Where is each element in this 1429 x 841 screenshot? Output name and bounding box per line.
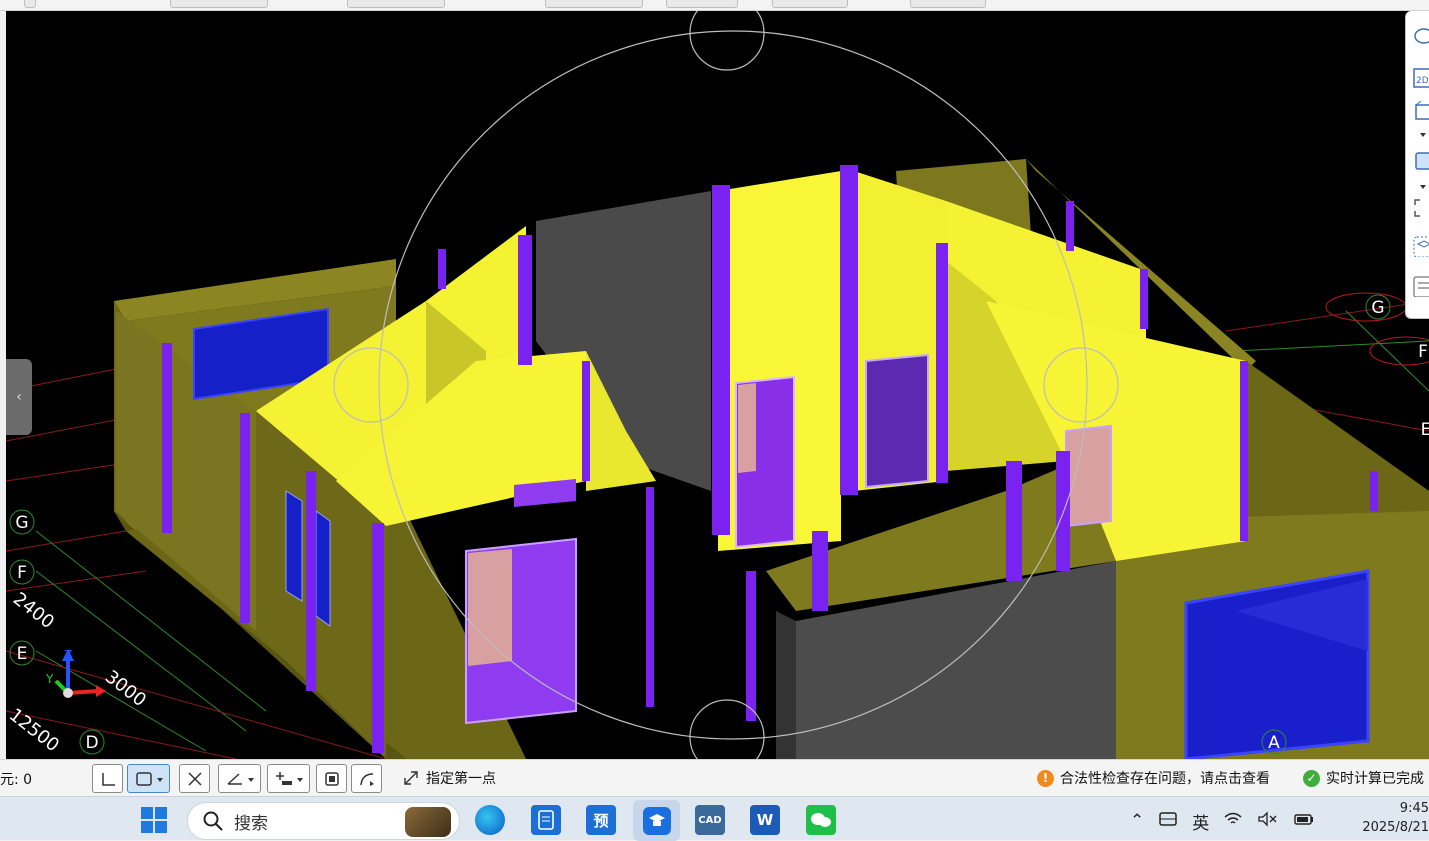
search-highlight-image — [405, 807, 451, 837]
select-frame-icon[interactable] — [1412, 197, 1429, 219]
model-scene[interactable]: G F E D G F E A 2400 3000 12500 Z Y — [6, 11, 1429, 759]
yu-app-label: 预 — [593, 811, 609, 830]
status-bar: 元: 0 指定第一点 ! 合法性检查存在问题，请点击查看 ✓ 实时计算已完成 — [0, 759, 1429, 796]
rect-snap-tool-button[interactable] — [127, 764, 170, 793]
prompt-text: 指定第一点 — [426, 771, 496, 787]
calc-status: ✓ 实时计算已完成 — [1303, 768, 1424, 788]
toolbar-box[interactable] — [347, 0, 445, 8]
layer-icon — [324, 771, 339, 786]
toolbar-box[interactable] — [910, 0, 986, 8]
clock-date: 2025/8/21 — [1362, 820, 1429, 835]
battery-icon[interactable] — [1293, 811, 1315, 832]
warning-text[interactable]: 合法性检查存在问题，请点击查看 — [1060, 768, 1270, 788]
cad-app-icon[interactable]: CAD — [695, 805, 725, 835]
volume-muted-icon[interactable] — [1257, 810, 1279, 832]
view-2d-label: 2D — [1416, 76, 1429, 86]
chat-bubble-icon — [811, 813, 831, 827]
warning-icon: ! — [1037, 769, 1054, 787]
toolbar-box[interactable] — [24, 0, 36, 8]
app-doc-icon[interactable] — [531, 805, 561, 835]
dropdown-icon[interactable] — [1412, 181, 1429, 193]
axis-label-left: G — [15, 513, 28, 533]
selection-count: 元: 0 — [0, 772, 33, 788]
list-icon[interactable] — [1412, 275, 1429, 298]
dropdown-icon[interactable] — [1412, 129, 1429, 141]
axis-label-left: E — [17, 644, 28, 664]
graduation-cap-icon — [648, 813, 665, 826]
gizmo-z-label: Z — [64, 648, 72, 662]
angle-tool-button[interactable] — [218, 764, 261, 793]
tencent-app-icon — [642, 806, 671, 835]
axis-label-right: E — [1421, 420, 1429, 440]
toolbar-box[interactable] — [545, 0, 643, 8]
system-tray: ⌃ 英 — [1130, 803, 1315, 839]
dimension-label: 2400 — [9, 588, 58, 633]
gizmo-y-label: Y — [45, 672, 54, 686]
input-language-indicator[interactable]: 英 — [1192, 809, 1209, 834]
chevron-left-icon: ‹ — [16, 389, 22, 405]
ortho-tool-button[interactable] — [92, 764, 123, 793]
curve-icon — [359, 772, 374, 786]
windows-logo-icon — [141, 807, 167, 833]
windows-taskbar: 搜索 预 CAD W ⌃ 英 9:45 2025/8/21 — [0, 796, 1429, 841]
start-button[interactable] — [139, 805, 169, 835]
cad-app-label: CAD — [698, 814, 722, 826]
tablet-mode-icon[interactable] — [1158, 810, 1178, 833]
chevron-up-icon[interactable]: ⌃ — [1130, 811, 1144, 831]
view-3d-icon[interactable] — [1412, 100, 1429, 123]
orbit-icon[interactable] — [1412, 25, 1429, 47]
layer-tool-button[interactable] — [316, 764, 347, 793]
box-view-icon[interactable] — [1412, 149, 1429, 171]
dimension-label: 12500 — [6, 704, 63, 756]
angle-icon — [226, 772, 254, 785]
edge-icon[interactable] — [475, 805, 505, 835]
offset-icon — [275, 771, 303, 785]
taskbar-clock[interactable]: 9:45 2025/8/21 — [1352, 799, 1429, 837]
cross-icon — [187, 771, 202, 786]
view-2d-icon[interactable]: 2D — [1412, 67, 1429, 89]
yu-app-icon[interactable]: 预 — [586, 805, 616, 835]
axis-label-right: G — [1371, 298, 1384, 318]
clock-time: 9:45 — [1399, 801, 1429, 816]
command-prompt: 指定第一点 — [402, 768, 496, 788]
word-app-label: W — [756, 811, 774, 829]
intersection-tool-button[interactable] — [179, 764, 210, 793]
curve-tool-button[interactable] — [351, 764, 382, 793]
validity-warning[interactable]: ! 合法性检查存在问题，请点击查看 — [1037, 768, 1270, 788]
rect-snap-icon — [135, 771, 163, 786]
isometric-cube-icon[interactable] — [1412, 235, 1429, 258]
wifi-icon[interactable] — [1223, 811, 1243, 832]
active-app-tile[interactable] — [633, 800, 680, 841]
toolbar-box[interactable] — [772, 0, 848, 8]
toolbar-box[interactable] — [170, 0, 268, 8]
search-icon — [203, 811, 223, 831]
collapse-left-panel-button[interactable]: ‹ — [6, 359, 32, 435]
axis-label-bottom: A — [1268, 733, 1280, 753]
taskbar-search-box[interactable]: 搜索 — [187, 802, 460, 840]
wechat-app-icon[interactable] — [806, 805, 836, 835]
xyz-axis-icon: Z Y — [45, 648, 106, 698]
ortho-icon — [101, 772, 115, 786]
expand-icon — [404, 771, 418, 785]
offset-tool-button[interactable] — [267, 764, 310, 793]
word-app-icon[interactable]: W — [750, 805, 780, 835]
view-toolbar: 2D — [1405, 11, 1429, 319]
top-toolbar-strip — [0, 0, 1429, 11]
search-placeholder: 搜索 — [234, 813, 268, 834]
calc-text: 实时计算已完成 — [1326, 771, 1424, 787]
toolbar-box[interactable] — [666, 0, 738, 8]
dimension-label: 3000 — [101, 666, 150, 711]
axis-label-left: D — [85, 733, 98, 753]
axis-label-left: F — [17, 563, 27, 583]
document-icon — [538, 810, 554, 830]
check-icon: ✓ — [1303, 769, 1320, 787]
3d-viewport[interactable]: G F E D G F E A 2400 3000 12500 Z Y ‹ — [6, 11, 1429, 759]
axis-label-right: F — [1418, 342, 1428, 362]
